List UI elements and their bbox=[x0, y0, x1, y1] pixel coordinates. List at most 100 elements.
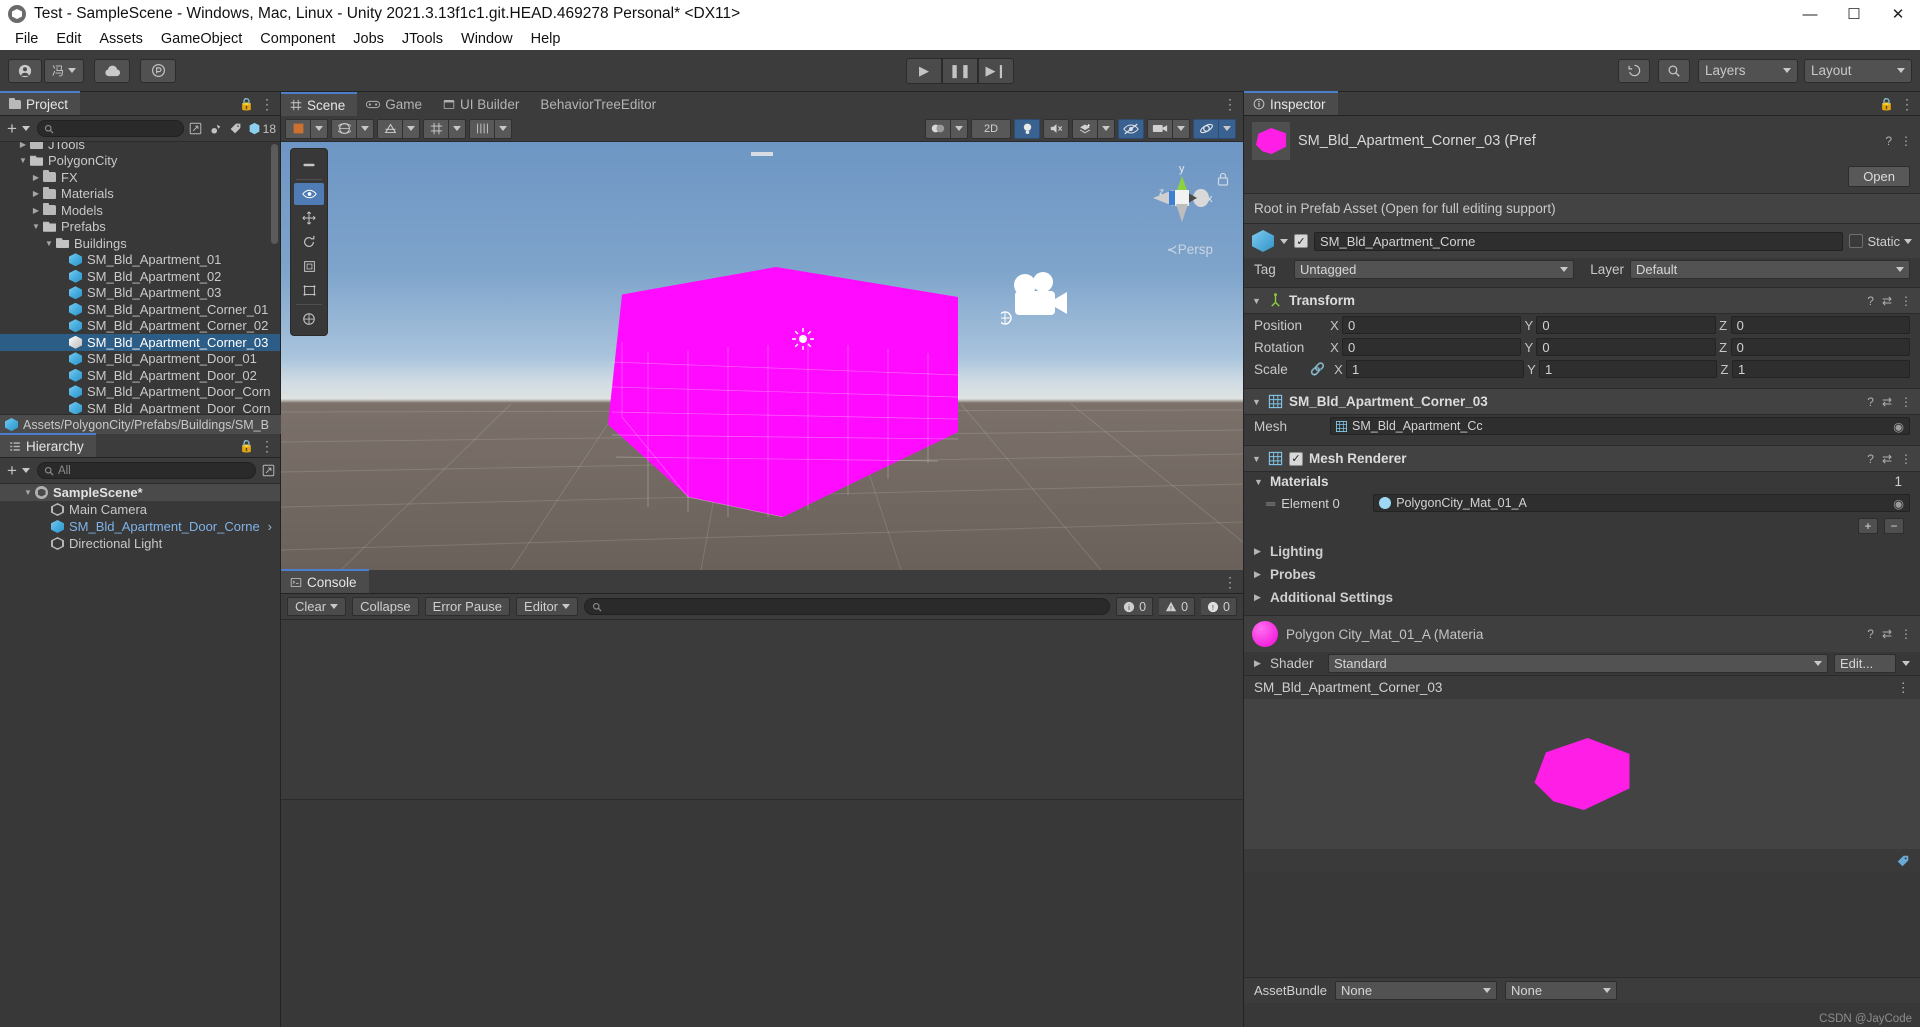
project-tree-item[interactable]: SM_Bld_Apartment_02 bbox=[0, 268, 280, 285]
material-menu-icon[interactable]: ⋮ bbox=[1900, 627, 1912, 641]
save-search-icon[interactable] bbox=[188, 121, 204, 137]
tab-scene[interactable]: Scene bbox=[281, 92, 358, 116]
menu-item-file[interactable]: File bbox=[6, 29, 47, 49]
grid-snap-button[interactable] bbox=[423, 118, 449, 139]
project-tree-item[interactable]: ▶ Materials bbox=[0, 186, 280, 203]
scale-z-field[interactable]: 1 bbox=[1732, 360, 1910, 378]
project-tab-menu-icon[interactable]: ⋮ bbox=[260, 96, 274, 113]
open-prefab-chevron-icon[interactable]: › bbox=[268, 519, 280, 534]
transform-preset-icon[interactable]: ⇄ bbox=[1882, 294, 1892, 308]
scene-visibility-toggle[interactable] bbox=[1118, 118, 1144, 139]
inspector-preset-icon[interactable]: ⋮ bbox=[1900, 134, 1912, 148]
console-error-count[interactable]: ! 0 bbox=[1201, 597, 1237, 616]
collab-icon[interactable] bbox=[140, 58, 176, 83]
project-tree-item[interactable]: SM_Bld_Apartment_Door_01 bbox=[0, 351, 280, 368]
grid-snap-dropdown[interactable] bbox=[449, 118, 466, 139]
mesh-picker-icon[interactable]: ◉ bbox=[1893, 419, 1904, 434]
2d-mode-toggle[interactable]: 2D bbox=[971, 118, 1011, 139]
chevron-right-icon[interactable]: ▶ bbox=[17, 142, 29, 149]
scene-camera-dropdown[interactable] bbox=[1173, 118, 1190, 139]
gizmos-toggle-button[interactable] bbox=[1193, 118, 1219, 139]
hierarchy-item[interactable]: Main Camera bbox=[0, 501, 280, 518]
material-picker-icon[interactable]: ◉ bbox=[1893, 496, 1904, 511]
assetbundle-dropdown[interactable]: None bbox=[1335, 981, 1497, 1000]
console-tab-menu-icon[interactable]: ⋮ bbox=[1223, 574, 1237, 591]
hierarchy-item[interactable]: ▼ SampleScene* bbox=[0, 484, 280, 501]
static-dropdown-caret[interactable] bbox=[1904, 238, 1912, 244]
hierarchy-lock-icon[interactable]: 🔒 bbox=[239, 439, 254, 453]
scene-tab-menu-icon[interactable]: ⋮ bbox=[1223, 96, 1237, 113]
project-tree-item[interactable]: SM_Bld_Apartment_Door_Corn bbox=[0, 384, 280, 401]
console-search-input[interactable] bbox=[584, 598, 1111, 615]
inspector-lock-icon[interactable]: 🔒 bbox=[1879, 97, 1894, 111]
close-button[interactable]: ✕ bbox=[1876, 0, 1920, 28]
additional-settings-fold-arrow[interactable]: ▶ bbox=[1254, 592, 1264, 603]
scene-axis-gizmo[interactable]: y x z bbox=[1145, 160, 1219, 234]
gameobject-name-field[interactable]: SM_Bld_Apartment_Corne bbox=[1314, 231, 1844, 251]
menu-item-window[interactable]: Window bbox=[452, 29, 522, 49]
menu-item-gameobject[interactable]: GameObject bbox=[152, 29, 251, 49]
rotation-z-field[interactable]: 0 bbox=[1730, 338, 1910, 356]
transform-tool-icon[interactable] bbox=[294, 308, 324, 330]
shader-fold-arrow[interactable]: ▶ bbox=[1254, 658, 1264, 669]
project-tree-item[interactable]: ▶ Models bbox=[0, 202, 280, 219]
maximize-button[interactable]: ☐ bbox=[1832, 0, 1876, 28]
inspector-tab-menu-icon[interactable]: ⋮ bbox=[1900, 96, 1914, 113]
rotate-tool-icon[interactable] bbox=[294, 231, 324, 253]
transform-fold-arrow[interactable]: ▼ bbox=[1252, 296, 1262, 306]
lighting-fold-arrow[interactable]: ▶ bbox=[1254, 546, 1264, 557]
scene-audio-toggle[interactable] bbox=[1043, 118, 1069, 139]
project-tree-item[interactable]: ▶ FX bbox=[0, 169, 280, 186]
mesh-renderer-component-header[interactable]: ▼ ✓ Mesh Renderer ? ⇄ ⋮ bbox=[1244, 445, 1920, 472]
hand-tool-icon[interactable] bbox=[294, 154, 324, 176]
scale-lock-icon[interactable]: 🔗 bbox=[1310, 362, 1328, 376]
project-scrollbar[interactable] bbox=[271, 144, 278, 244]
rotation-x-field[interactable]: 0 bbox=[1342, 338, 1522, 356]
lighting-section[interactable]: ▶ Lighting bbox=[1244, 540, 1920, 563]
move-tool-icon[interactable] bbox=[294, 207, 324, 229]
scale-tool-icon[interactable] bbox=[294, 255, 324, 277]
scene-fx-button[interactable] bbox=[1072, 118, 1098, 139]
lock-icon[interactable]: 🔒 bbox=[239, 97, 254, 111]
project-tree-item[interactable]: SM_Bld_Apartment_Corner_02 bbox=[0, 318, 280, 335]
hierarchy-item[interactable]: SM_Bld_Apartment_Door_Corne › bbox=[0, 518, 280, 535]
assetbundle-variant-dropdown[interactable]: None bbox=[1505, 981, 1617, 1000]
mesh-object-field[interactable]: SM_Bld_Apartment_Cc ◉ bbox=[1330, 417, 1910, 435]
mesh-filter-fold-arrow[interactable]: ▼ bbox=[1252, 397, 1262, 407]
pause-button[interactable]: ❚❚ bbox=[942, 57, 978, 84]
probes-section[interactable]: ▶ Probes bbox=[1244, 563, 1920, 586]
transform-component-header[interactable]: ▼ Transform ? ⇄ ⋮ bbox=[1244, 287, 1920, 314]
tab-project[interactable]: Project bbox=[0, 91, 81, 115]
menu-item-help[interactable]: Help bbox=[522, 29, 570, 49]
rect-tool-icon[interactable] bbox=[294, 279, 324, 301]
material-preset-icon[interactable]: ⇄ bbox=[1882, 627, 1892, 641]
scene-projection-label[interactable]: ≺Persp bbox=[1166, 242, 1213, 258]
remove-material-button[interactable]: − bbox=[1884, 518, 1904, 534]
chevron-right-icon[interactable]: ▶ bbox=[30, 189, 42, 198]
project-tree[interactable]: ▶ JTools ▼ PolygonCity ▶ FX ▶ Materials ▶ Models ▼… bbox=[0, 142, 280, 430]
tab-ui-builder[interactable]: UI Builder bbox=[434, 92, 532, 116]
project-tree-item[interactable]: SM_Bld_Apartment_01 bbox=[0, 252, 280, 269]
play-button[interactable]: ▶ bbox=[906, 57, 942, 84]
chevron-down-icon[interactable]: ▼ bbox=[17, 156, 29, 165]
hierarchy-save-search-icon[interactable] bbox=[260, 463, 276, 479]
2d-toggle-button[interactable] bbox=[377, 118, 403, 139]
console-collapse-toggle[interactable]: Collapse bbox=[352, 597, 419, 616]
2d-dropdown[interactable] bbox=[403, 118, 420, 139]
tab-game[interactable]: Game bbox=[357, 92, 435, 116]
scale-x-field[interactable]: 1 bbox=[1346, 360, 1524, 378]
shader-dropdown[interactable]: Standard bbox=[1328, 654, 1828, 673]
gameobject-enabled-checkbox[interactable]: ✓ bbox=[1294, 234, 1308, 248]
chevron-down-icon[interactable]: ▼ bbox=[43, 239, 55, 248]
position-x-field[interactable]: 0 bbox=[1342, 316, 1522, 334]
draw-mode-dropdown[interactable] bbox=[357, 118, 374, 139]
transform-help-icon[interactable]: ? bbox=[1867, 294, 1874, 308]
chevron-right-icon[interactable]: ▶ bbox=[30, 173, 42, 182]
console-error-pause-toggle[interactable]: Error Pause bbox=[424, 597, 511, 616]
mesh-filter-help-icon[interactable]: ? bbox=[1867, 395, 1874, 409]
mesh-renderer-preset-icon[interactable]: ⇄ bbox=[1882, 452, 1892, 466]
project-tree-item[interactable]: ▶ JTools bbox=[0, 142, 280, 153]
open-prefab-button[interactable]: Open bbox=[1848, 166, 1910, 187]
layer-dropdown[interactable]: Default bbox=[1630, 260, 1910, 279]
layout-dropdown[interactable]: Layout bbox=[1804, 58, 1912, 83]
